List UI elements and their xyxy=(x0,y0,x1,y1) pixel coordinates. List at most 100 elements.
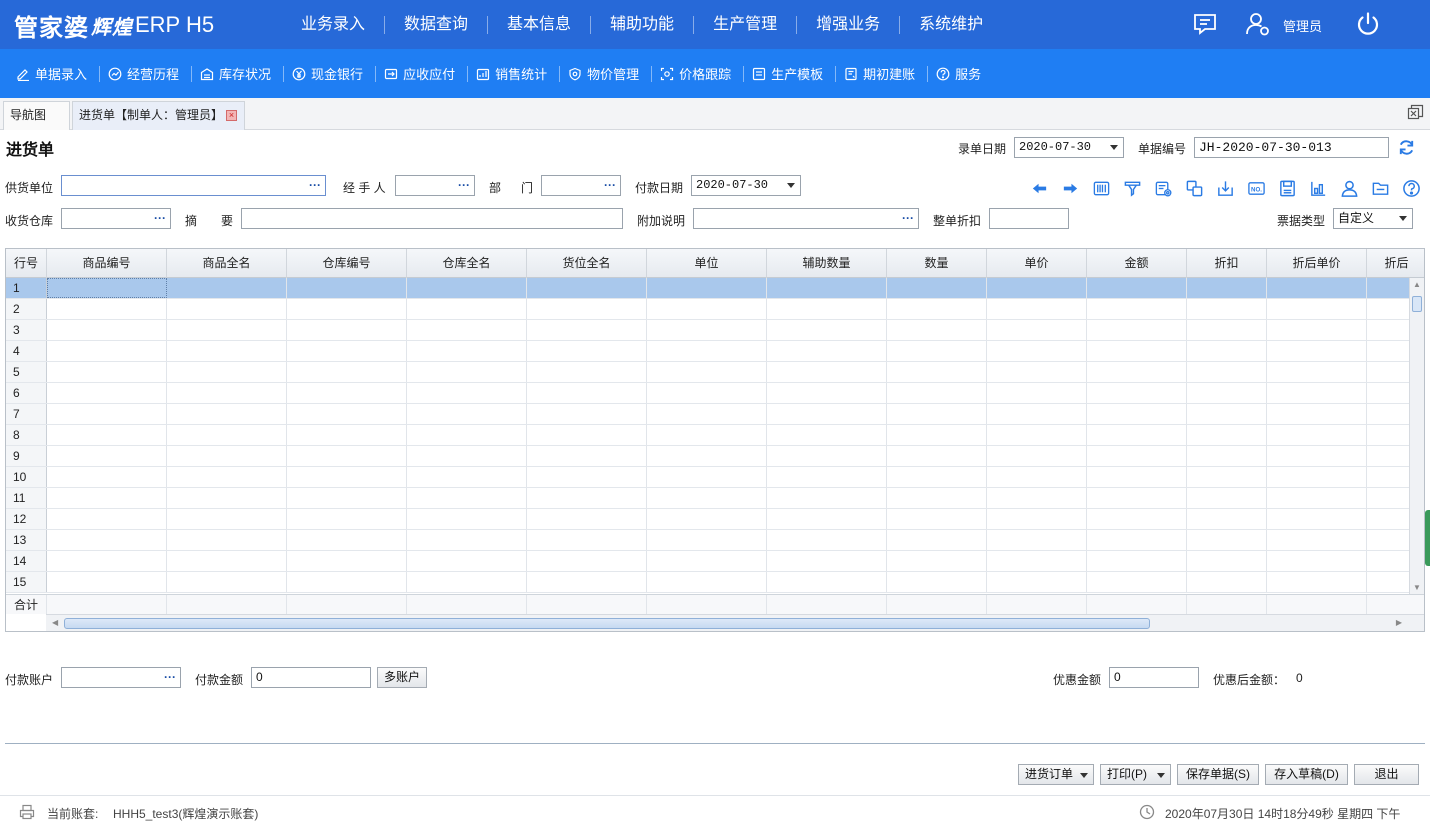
table-cell[interactable] xyxy=(167,488,287,508)
folder-icon[interactable] xyxy=(1365,177,1396,199)
table-cell[interactable] xyxy=(987,278,1087,298)
table-cell[interactable] xyxy=(47,509,167,529)
table-cell[interactable] xyxy=(887,278,987,298)
table-cell[interactable] xyxy=(1267,551,1367,571)
column-header[interactable]: 仓库全名 xyxy=(407,249,527,278)
warehouse-lookup-icon[interactable]: ··· xyxy=(154,209,166,228)
table-cell[interactable] xyxy=(1187,446,1267,466)
table-cell[interactable] xyxy=(1087,446,1187,466)
table-row[interactable]: 12 xyxy=(6,509,1424,530)
table-cell[interactable] xyxy=(1087,341,1187,361)
table-cell[interactable] xyxy=(1087,488,1187,508)
pay-amount-field[interactable]: 0 xyxy=(251,667,371,688)
table-cell[interactable] xyxy=(527,383,647,403)
table-cell[interactable] xyxy=(1187,362,1267,382)
sub-menu-item[interactable]: 物价管理 xyxy=(560,65,653,82)
main-menu-item[interactable]: 数据查询 xyxy=(385,15,489,34)
table-cell[interactable] xyxy=(1267,446,1367,466)
sub-menu-item[interactable]: 生产模板 xyxy=(744,65,837,82)
table-cell[interactable] xyxy=(767,299,887,319)
table-cell[interactable] xyxy=(987,446,1087,466)
table-cell[interactable] xyxy=(647,425,767,445)
table-cell[interactable] xyxy=(527,320,647,340)
table-cell[interactable] xyxy=(1187,530,1267,550)
multi-account-button[interactable]: 多账户 xyxy=(377,667,427,688)
table-cell[interactable] xyxy=(1087,530,1187,550)
table-cell[interactable] xyxy=(1087,467,1187,487)
table-cell[interactable] xyxy=(887,404,987,424)
table-cell[interactable] xyxy=(407,425,527,445)
table-cell[interactable] xyxy=(167,362,287,382)
sub-menu-item[interactable]: 应收应付 xyxy=(376,65,469,82)
sub-menu-item[interactable]: 销售统计 xyxy=(468,65,561,82)
column-header[interactable]: 折扣 xyxy=(1187,249,1267,278)
table-cell[interactable] xyxy=(647,278,767,298)
table-cell[interactable] xyxy=(1087,509,1187,529)
table-cell[interactable] xyxy=(647,551,767,571)
table-cell[interactable] xyxy=(647,509,767,529)
table-cell[interactable] xyxy=(527,509,647,529)
doc-no-field[interactable]: JH-2020-07-30-013 xyxy=(1194,137,1389,158)
import-icon[interactable] xyxy=(1210,177,1241,199)
table-cell[interactable] xyxy=(1267,320,1367,340)
table-cell[interactable] xyxy=(287,425,407,445)
table-cell[interactable] xyxy=(527,467,647,487)
table-cell[interactable] xyxy=(647,572,767,592)
table-cell[interactable] xyxy=(527,572,647,592)
pay-date-picker[interactable]: 2020-07-30 xyxy=(691,175,801,196)
table-cell[interactable] xyxy=(1187,320,1267,340)
table-cell[interactable] xyxy=(167,320,287,340)
table-row[interactable]: 8 xyxy=(6,425,1424,446)
table-cell[interactable] xyxy=(1187,383,1267,403)
column-header[interactable]: 折后 xyxy=(1367,249,1424,278)
table-cell[interactable] xyxy=(527,278,647,298)
table-cell[interactable] xyxy=(47,425,167,445)
pay-account-lookup-icon[interactable]: ··· xyxy=(164,668,176,687)
table-cell[interactable] xyxy=(407,362,527,382)
table-cell[interactable] xyxy=(287,404,407,424)
table-cell[interactable] xyxy=(407,551,527,571)
vertical-scroll-thumb[interactable] xyxy=(1412,296,1422,312)
table-cell[interactable] xyxy=(767,509,887,529)
save-button[interactable]: 保存单据(S) xyxy=(1177,764,1259,785)
table-cell[interactable] xyxy=(987,404,1087,424)
number-icon[interactable]: NO. xyxy=(1241,177,1272,199)
scroll-up-icon[interactable]: ▲ xyxy=(1413,280,1421,289)
table-cell[interactable] xyxy=(987,425,1087,445)
table-cell[interactable] xyxy=(287,362,407,382)
main-menu-item[interactable]: 生产管理 xyxy=(694,15,798,34)
sub-menu-item[interactable]: 期初建账 xyxy=(836,65,929,82)
table-cell[interactable] xyxy=(1267,467,1367,487)
table-row[interactable]: 2 xyxy=(6,299,1424,320)
column-header[interactable]: 数量 xyxy=(887,249,987,278)
table-row[interactable]: 15 xyxy=(6,572,1424,593)
table-cell[interactable] xyxy=(767,530,887,550)
sub-menu-item[interactable]: 价格跟踪 xyxy=(652,65,745,82)
table-cell[interactable] xyxy=(1267,278,1367,298)
side-panel-grip[interactable] xyxy=(1425,510,1430,566)
table-cell[interactable] xyxy=(887,320,987,340)
warehouse-field[interactable]: ··· xyxy=(61,208,171,229)
copy-icon[interactable] xyxy=(1179,177,1210,199)
refresh-icon[interactable] xyxy=(1397,138,1416,157)
tab-navigation[interactable]: 导航图 xyxy=(3,101,70,130)
table-cell[interactable] xyxy=(47,299,167,319)
table-cell[interactable] xyxy=(287,341,407,361)
filter-icon[interactable] xyxy=(1117,177,1148,199)
table-cell[interactable] xyxy=(1267,530,1367,550)
table-cell[interactable] xyxy=(47,383,167,403)
table-cell[interactable] xyxy=(647,530,767,550)
table-cell[interactable] xyxy=(287,320,407,340)
table-cell[interactable] xyxy=(987,341,1087,361)
table-cell[interactable] xyxy=(987,551,1087,571)
table-cell[interactable] xyxy=(1267,425,1367,445)
table-cell[interactable] xyxy=(47,362,167,382)
table-cell[interactable] xyxy=(287,509,407,529)
table-cell[interactable] xyxy=(987,509,1087,529)
table-cell[interactable] xyxy=(887,362,987,382)
table-cell[interactable] xyxy=(767,425,887,445)
horizontal-scroll-thumb[interactable] xyxy=(64,618,1150,629)
table-cell[interactable] xyxy=(1087,425,1187,445)
note-lookup-icon[interactable]: ··· xyxy=(902,209,914,228)
table-cell[interactable] xyxy=(167,299,287,319)
